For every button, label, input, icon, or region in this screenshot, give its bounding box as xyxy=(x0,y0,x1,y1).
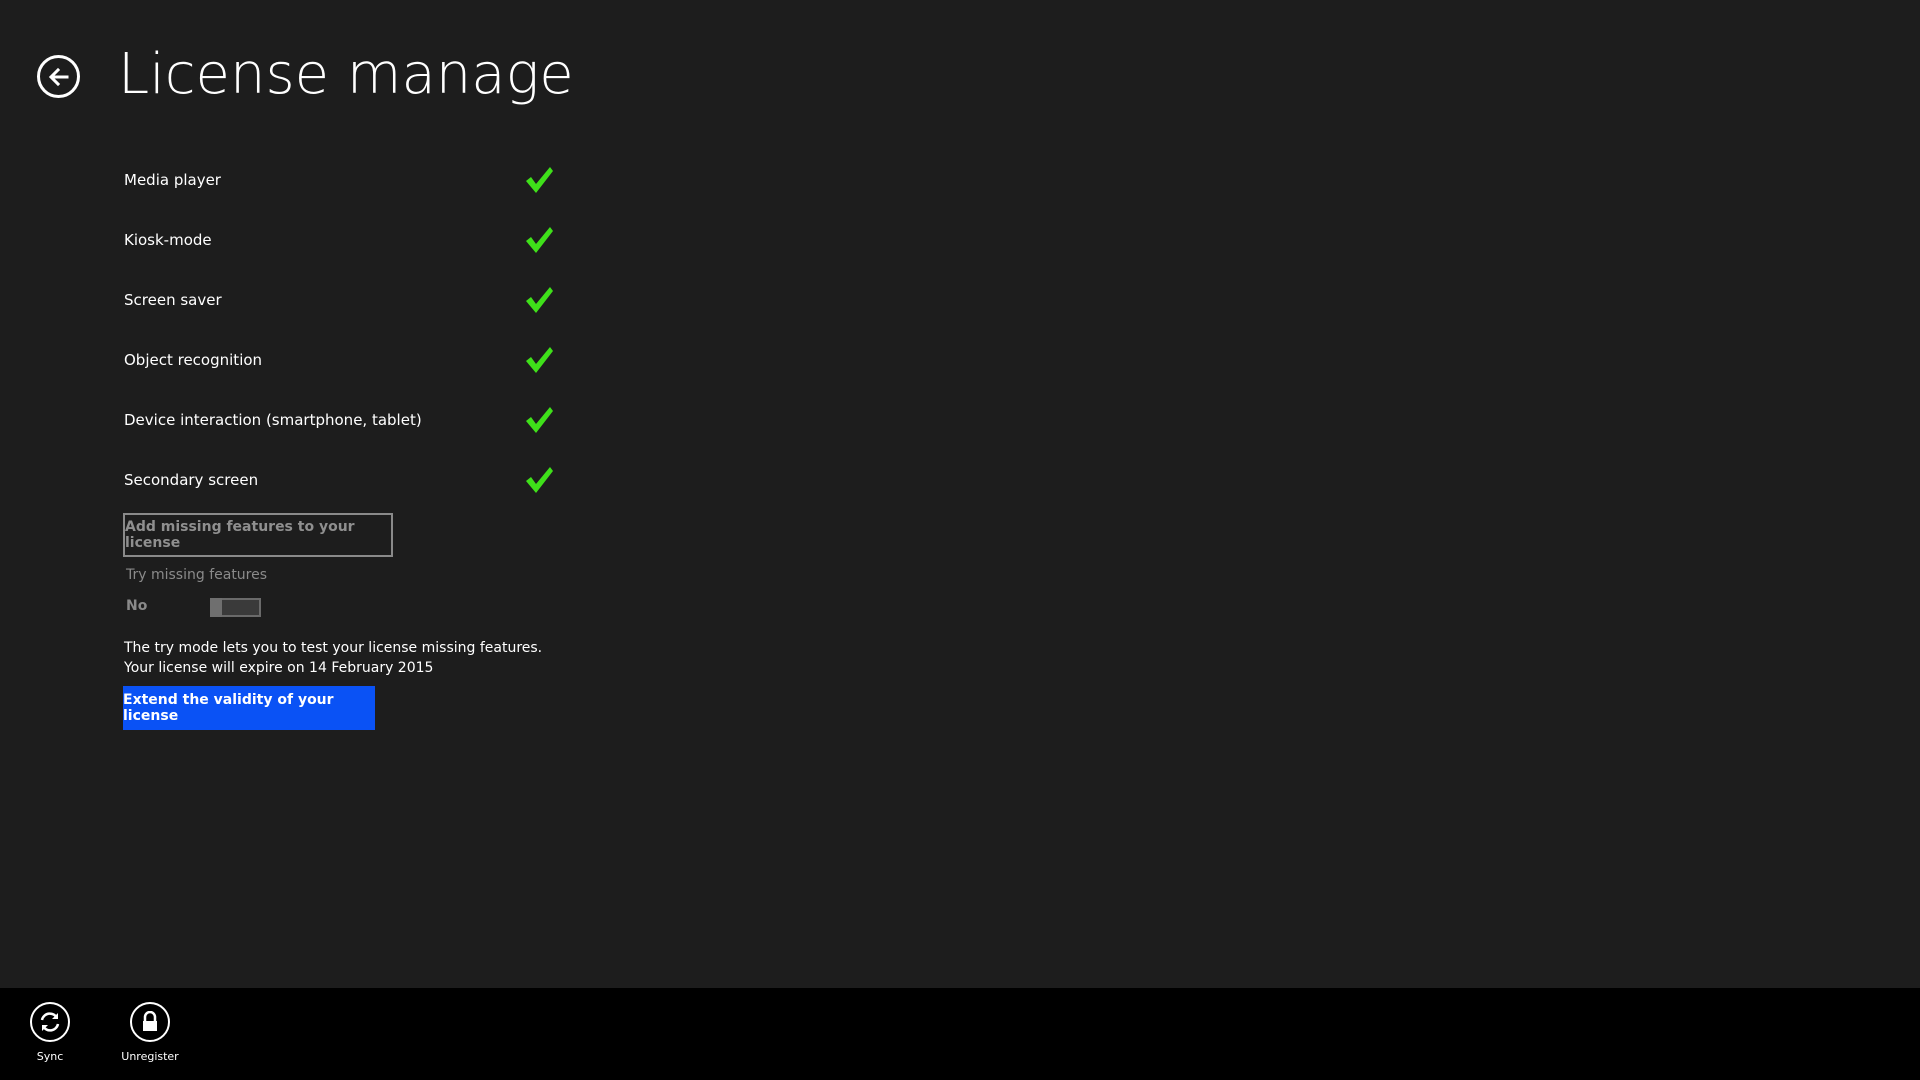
extend-license-button[interactable]: Extend the validity of your license xyxy=(123,686,375,730)
feature-row: Screen saver xyxy=(124,270,564,330)
feature-label: Kiosk-mode xyxy=(124,231,212,249)
feature-row: Secondary screen xyxy=(124,450,564,510)
add-features-button[interactable]: Add missing features to your license xyxy=(123,513,393,557)
feature-label: Secondary screen xyxy=(124,471,259,489)
feature-label: Object recognition xyxy=(124,351,263,369)
toggle-thumb xyxy=(210,598,222,617)
feature-label: Screen saver xyxy=(124,291,222,309)
page-title: License manage xyxy=(118,42,574,107)
feature-label: Device interaction (smartphone, tablet) xyxy=(124,411,422,429)
feature-row: Kiosk-mode xyxy=(124,210,564,270)
unregister-label: Unregister xyxy=(121,1050,179,1063)
try-mode-toggle[interactable] xyxy=(210,598,261,617)
check-icon xyxy=(526,467,553,493)
check-icon xyxy=(526,347,553,373)
feature-row: Media player xyxy=(124,150,564,210)
unregister-button[interactable]: Unregister xyxy=(105,1002,195,1063)
sync-label: Sync xyxy=(36,1050,64,1063)
try-missing-features-label: Try missing features xyxy=(126,567,268,583)
lock-icon xyxy=(130,1002,170,1042)
check-icon xyxy=(526,167,553,193)
license-manage-page: License manage Media player Kiosk-mode S… xyxy=(0,0,1920,1080)
toggle-state-label: No xyxy=(126,598,148,614)
sync-button[interactable]: Sync xyxy=(5,1002,95,1063)
license-expiry-text: Your license will expire on 14 February … xyxy=(124,660,434,676)
feature-list: Media player Kiosk-mode Screen saver Obj… xyxy=(124,150,564,510)
check-icon xyxy=(526,287,553,313)
check-icon xyxy=(526,407,553,433)
info-text: The try mode lets you to test your licen… xyxy=(124,638,542,678)
try-mode-description: The try mode lets you to test your licen… xyxy=(124,640,543,656)
check-icon xyxy=(526,227,553,253)
app-bar: Sync Unregister xyxy=(0,988,1920,1080)
back-button[interactable] xyxy=(37,55,80,98)
feature-row: Object recognition xyxy=(124,330,564,390)
feature-label: Media player xyxy=(124,171,221,189)
sync-icon xyxy=(30,1002,70,1042)
back-arrow-icon xyxy=(48,67,68,86)
feature-row: Device interaction (smartphone, tablet) xyxy=(124,390,564,450)
